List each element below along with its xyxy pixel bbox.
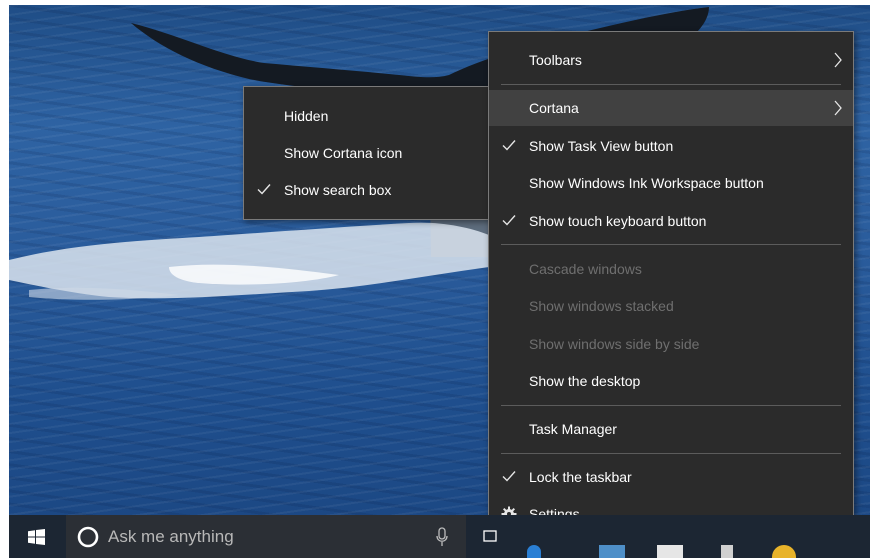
menu-separator bbox=[501, 244, 841, 245]
menu-item-label: Lock the taskbar bbox=[529, 469, 632, 485]
menu-item-label: Show the desktop bbox=[529, 373, 641, 389]
menu-item-label: Show touch keyboard button bbox=[529, 213, 707, 229]
check-icon bbox=[502, 140, 516, 151]
app-icon-yellow[interactable] bbox=[772, 545, 796, 558]
menu-item-show-side-by-side: Show windows side by side bbox=[489, 326, 853, 362]
store-icon[interactable] bbox=[657, 545, 683, 558]
taskbar: Ask me anything bbox=[9, 515, 870, 558]
app-icon[interactable] bbox=[721, 545, 733, 558]
windows-logo-icon bbox=[28, 529, 45, 545]
menu-item-show-task-view[interactable]: Show Task View button bbox=[489, 128, 853, 164]
menu-item-label: Show Windows Ink Workspace button bbox=[529, 175, 764, 191]
submenu-item-hidden[interactable]: Hidden bbox=[244, 98, 491, 134]
check-icon bbox=[257, 184, 271, 195]
cortana-icon bbox=[77, 526, 99, 548]
menu-item-label: Cortana bbox=[529, 100, 579, 116]
menu-item-cortana[interactable]: Cortana bbox=[489, 90, 853, 126]
menu-item-label: Show windows stacked bbox=[529, 298, 674, 314]
menu-item-label: Cascade windows bbox=[529, 261, 642, 277]
menu-item-task-manager[interactable]: Task Manager bbox=[489, 411, 853, 447]
check-icon bbox=[502, 471, 516, 482]
menu-item-label: Show windows side by side bbox=[529, 336, 700, 352]
menu-item-lock-taskbar[interactable]: Lock the taskbar bbox=[489, 459, 853, 495]
menu-item-label: Task Manager bbox=[529, 421, 617, 437]
taskbar-context-menu: Toolbars Cortana Show Task View button S… bbox=[488, 31, 854, 543]
chevron-right-icon bbox=[834, 100, 842, 116]
menu-separator bbox=[501, 84, 841, 85]
menu-item-label: Show Task View button bbox=[529, 138, 674, 154]
taskbar-app-icons bbox=[479, 515, 870, 558]
submenu-item-show-search-box[interactable]: Show search box bbox=[244, 172, 491, 208]
check-icon bbox=[502, 215, 516, 226]
start-button[interactable] bbox=[9, 515, 64, 558]
search-box[interactable]: Ask me anything bbox=[66, 515, 466, 558]
chevron-right-icon bbox=[834, 52, 842, 68]
menu-item-toolbars[interactable]: Toolbars bbox=[489, 42, 853, 78]
menu-separator bbox=[501, 453, 841, 454]
cortana-submenu: Hidden Show Cortana icon Show search box bbox=[243, 86, 492, 220]
file-explorer-icon[interactable] bbox=[599, 545, 625, 558]
task-view-icon[interactable] bbox=[483, 529, 497, 543]
menu-item-show-stacked: Show windows stacked bbox=[489, 288, 853, 324]
menu-item-show-desktop[interactable]: Show the desktop bbox=[489, 363, 853, 399]
menu-item-show-touch-keyboard[interactable]: Show touch keyboard button bbox=[489, 203, 853, 239]
search-placeholder: Ask me anything bbox=[108, 527, 234, 546]
submenu-item-show-cortana-icon[interactable]: Show Cortana icon bbox=[244, 135, 491, 171]
microphone-icon[interactable] bbox=[436, 527, 448, 547]
submenu-item-label: Show Cortana icon bbox=[284, 145, 403, 161]
menu-item-show-ink-workspace[interactable]: Show Windows Ink Workspace button bbox=[489, 165, 853, 201]
menu-item-cascade-windows: Cascade windows bbox=[489, 251, 853, 287]
submenu-item-label: Hidden bbox=[284, 108, 329, 124]
edge-icon[interactable] bbox=[527, 545, 541, 558]
menu-item-label: Toolbars bbox=[529, 52, 582, 68]
menu-separator bbox=[501, 405, 841, 406]
submenu-item-label: Show search box bbox=[284, 182, 392, 198]
